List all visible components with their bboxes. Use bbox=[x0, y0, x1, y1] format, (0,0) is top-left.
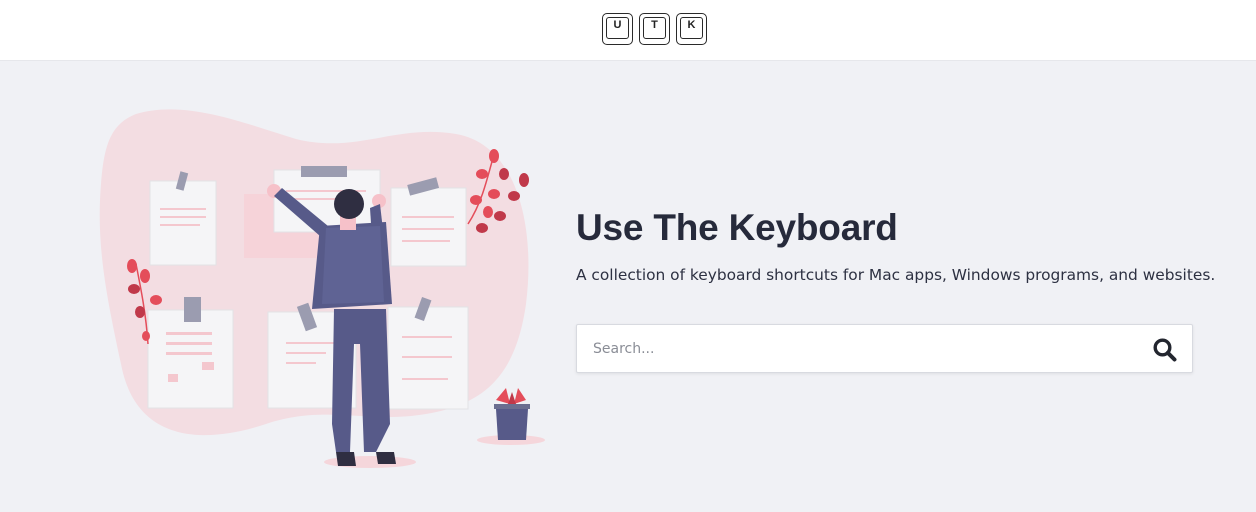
top-bar: U T K bbox=[0, 0, 1256, 61]
paper-note bbox=[390, 177, 467, 267]
site-logo[interactable]: U T K bbox=[602, 13, 707, 46]
paper-note bbox=[149, 171, 217, 266]
paper-note bbox=[147, 297, 234, 409]
logo-key-k: K bbox=[676, 13, 707, 45]
page-subtitle: A collection of keyboard shortcuts for M… bbox=[576, 266, 1216, 284]
search-icon[interactable] bbox=[1152, 337, 1178, 363]
page-title: Use The Keyboard bbox=[576, 207, 898, 248]
search-bar bbox=[576, 324, 1193, 373]
plant-pot bbox=[477, 388, 545, 445]
logo-key-u: U bbox=[602, 13, 633, 45]
search-input[interactable] bbox=[577, 325, 1137, 372]
hero-illustration bbox=[99, 109, 545, 468]
paper-note bbox=[387, 296, 469, 410]
logo-key-t: T bbox=[639, 13, 670, 45]
